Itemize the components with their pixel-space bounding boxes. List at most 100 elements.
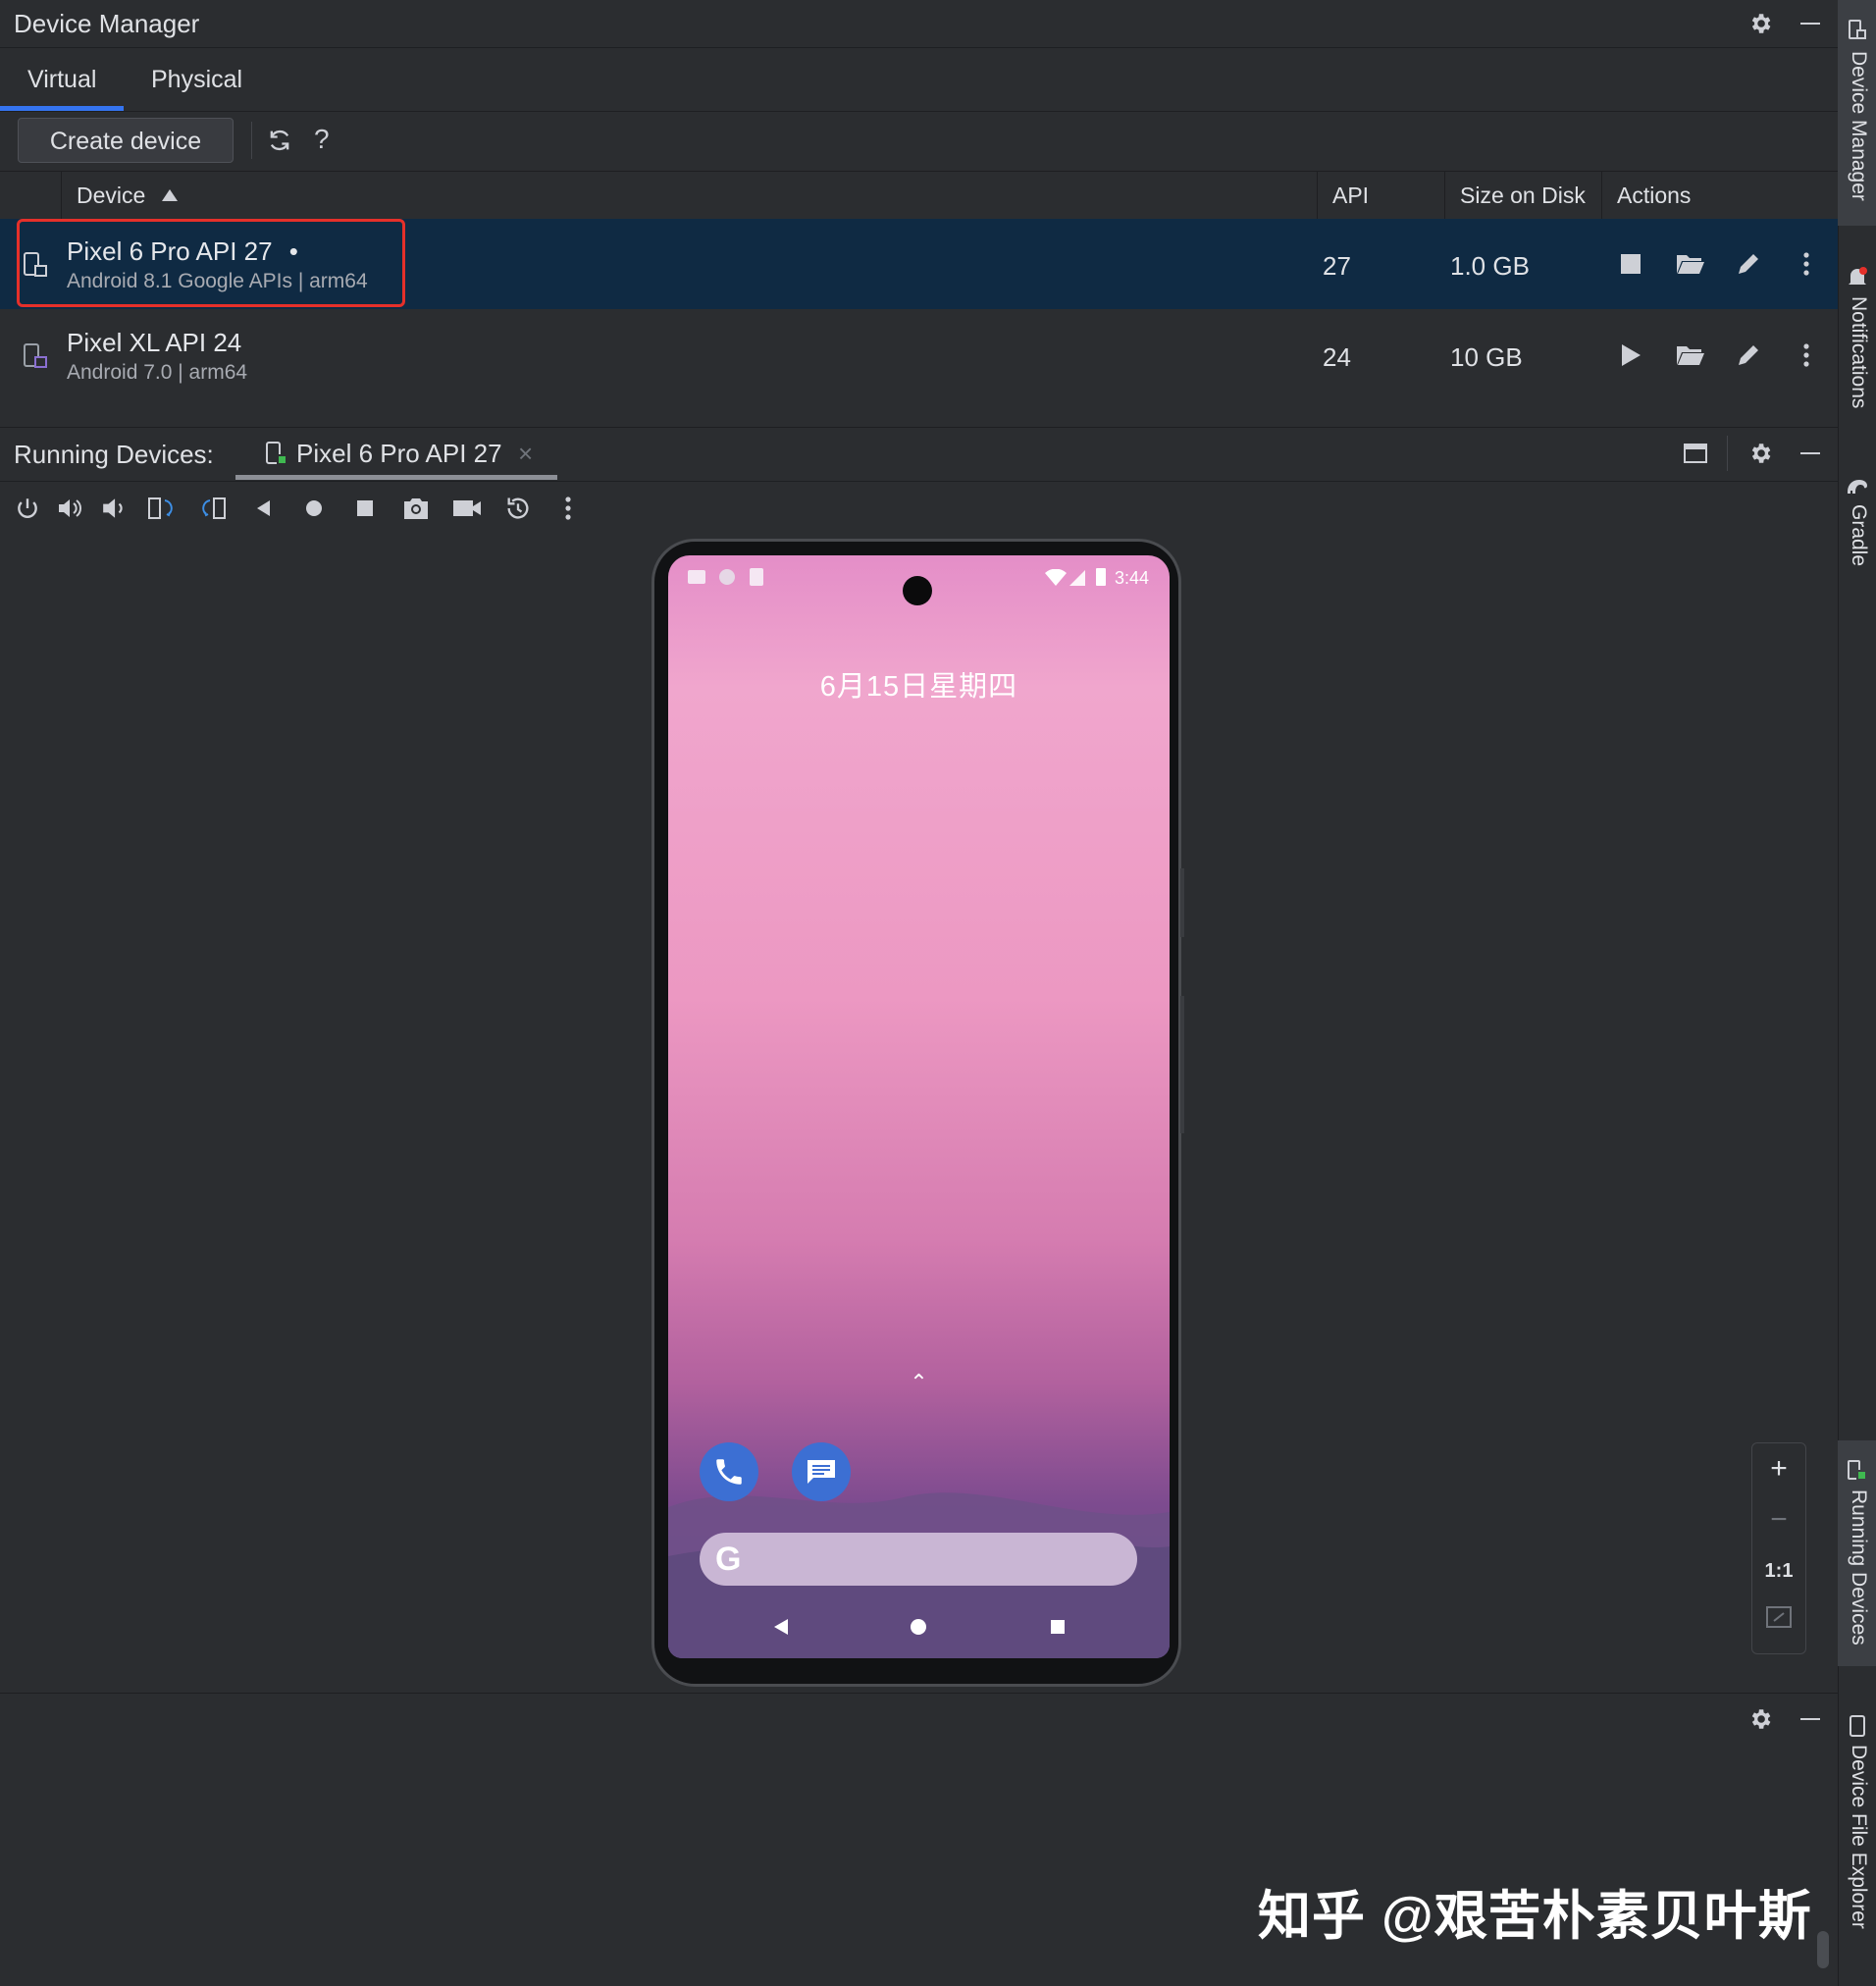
android-nav-bar (668, 1595, 1170, 1658)
fit-screen-icon[interactable] (1764, 1602, 1794, 1632)
settings-gear-icon[interactable] (1741, 434, 1780, 473)
tab-virtual[interactable]: Virtual (0, 48, 125, 111)
stripe-label-gradle[interactable]: Gradle (1847, 504, 1870, 566)
sim-notification-icon (688, 570, 705, 584)
emulator-toolbar (0, 481, 1838, 536)
size-on-disk: 1.0 GB (1450, 251, 1530, 281)
stripe-label-notifications[interactable]: Notifications (1847, 296, 1870, 408)
running-device-icon (263, 440, 290, 469)
running-device-tab-label: Pixel 6 Pro API 27 (296, 439, 502, 468)
column-header-size[interactable]: Size on Disk (1460, 172, 1586, 219)
column-separator (1317, 172, 1318, 219)
stop-icon[interactable] (1613, 246, 1648, 282)
messages-app-icon[interactable] (792, 1442, 851, 1501)
device-type-tabs: Virtual Physical (0, 48, 1838, 112)
play-icon[interactable] (1613, 338, 1648, 373)
battery-icon (1096, 568, 1106, 586)
rotate-right-icon[interactable] (194, 491, 232, 526)
running-device-tab[interactable]: Pixel 6 Pro API 27 × (235, 428, 557, 481)
more-options-icon[interactable] (1792, 338, 1821, 373)
emulator-screen[interactable]: 3:44 6月15日星期四 ⌃ G (668, 555, 1170, 1658)
screen-record-icon[interactable] (447, 491, 487, 526)
column-header-api[interactable]: API (1332, 172, 1369, 219)
volume-up-icon[interactable] (53, 491, 88, 526)
power-icon[interactable] (10, 491, 45, 526)
minimize-icon[interactable] (1791, 1699, 1830, 1739)
front-camera (903, 576, 932, 605)
column-header-actions: Actions (1617, 183, 1692, 208)
tool-window-header: Device Manager (0, 0, 1838, 48)
stripe-label-device-file-explorer[interactable]: Device File Explorer (1847, 1745, 1870, 1929)
google-search-bar[interactable]: G (700, 1533, 1137, 1586)
device-name: Pixel XL API 24 (67, 328, 242, 357)
sort-ascending-icon (159, 185, 181, 205)
volume-down-icon[interactable] (96, 491, 131, 526)
minimize-icon[interactable] (1791, 4, 1830, 43)
scrollbar-thumb[interactable] (1817, 1931, 1829, 1968)
screenshot-icon[interactable] (396, 491, 436, 526)
close-tab-icon[interactable]: × (518, 439, 533, 469)
device-file-explorer-icon[interactable] (1846, 1713, 1869, 1739)
settings-gear-icon[interactable] (1741, 4, 1780, 43)
home-icon[interactable] (296, 491, 332, 526)
zoom-controls: + − 1:1 (1751, 1442, 1806, 1654)
zoom-out-button[interactable]: − (1752, 1494, 1805, 1545)
tool-window-title: Device Manager (14, 9, 200, 38)
nav-home-icon[interactable] (904, 1615, 933, 1639)
nav-recents-icon[interactable] (1043, 1615, 1072, 1639)
more-options-icon[interactable] (1792, 246, 1821, 282)
virtual-device-icon (20, 340, 51, 373)
rotate-left-icon[interactable] (143, 491, 181, 526)
size-on-disk: 10 GB (1450, 342, 1523, 372)
running-devices-header: Running Devices: Pixel 6 Pro API 27 × (0, 427, 1838, 482)
wifi-icon (1045, 569, 1067, 587)
column-separator (61, 172, 62, 219)
sync-notification-icon (719, 569, 735, 585)
sd-card-icon (750, 568, 763, 586)
gradle-elephant-icon[interactable] (1846, 473, 1869, 498)
column-separator (1601, 172, 1602, 219)
status-clock: 3:44 (1115, 568, 1150, 588)
nav-back-icon[interactable] (766, 1615, 796, 1639)
overview-icon[interactable] (347, 491, 383, 526)
window-layout-icon[interactable] (1676, 434, 1715, 473)
table-row[interactable]: Pixel XL API 24 Android 7.0 | arm64 24 1… (0, 310, 1838, 400)
refresh-icon[interactable] (261, 122, 298, 159)
more-icon[interactable] (553, 491, 583, 526)
cell-signal-icon (1068, 569, 1086, 587)
edit-pencil-icon[interactable] (1731, 246, 1766, 282)
edit-pencil-icon[interactable] (1731, 338, 1766, 373)
home-date-widget[interactable]: 6月15日星期四 (668, 663, 1170, 705)
device-file-explorer-header (0, 1693, 1838, 1748)
running-devices-label: Running Devices: (14, 440, 214, 469)
power-button (1180, 868, 1184, 937)
swipe-up-indicator[interactable]: ⌃ (668, 1370, 1170, 1395)
snapshot-icon[interactable] (498, 491, 538, 526)
device-manager-window: Device Manager Virtual Physical Create d… (0, 0, 1838, 1986)
back-icon[interactable] (245, 491, 281, 526)
device-manager-stripe-icon[interactable] (1846, 18, 1869, 43)
open-folder-icon[interactable] (1672, 246, 1709, 282)
minimize-icon[interactable] (1791, 434, 1830, 473)
notifications-bell-icon[interactable] (1846, 265, 1869, 290)
open-folder-icon[interactable] (1672, 338, 1709, 373)
stripe-label-device-manager[interactable]: Device Manager (1847, 51, 1870, 201)
api-level: 24 (1323, 342, 1351, 372)
column-header-device[interactable]: Device (77, 172, 145, 219)
stripe-label-running-devices[interactable]: Running Devices (1847, 1490, 1870, 1646)
phone-app-icon[interactable] (700, 1442, 758, 1501)
help-button[interactable]: ? (314, 124, 330, 155)
create-device-button[interactable]: Create device (18, 118, 234, 163)
tab-physical[interactable]: Physical (124, 48, 270, 111)
running-devices-stripe-icon[interactable] (1846, 1458, 1869, 1484)
google-logo-icon: G (715, 1541, 742, 1578)
zoom-in-button[interactable]: + (1752, 1443, 1805, 1494)
toolbar-separator (251, 122, 252, 159)
device-details: Android 7.0 | arm64 (67, 361, 248, 384)
column-separator (1444, 172, 1445, 219)
volume-rocker (1180, 996, 1184, 1133)
settings-gear-icon[interactable] (1741, 1699, 1780, 1739)
active-tab-underline (235, 475, 557, 480)
header-separator (1727, 436, 1728, 471)
actual-size-button[interactable]: 1:1 (1752, 1545, 1805, 1596)
